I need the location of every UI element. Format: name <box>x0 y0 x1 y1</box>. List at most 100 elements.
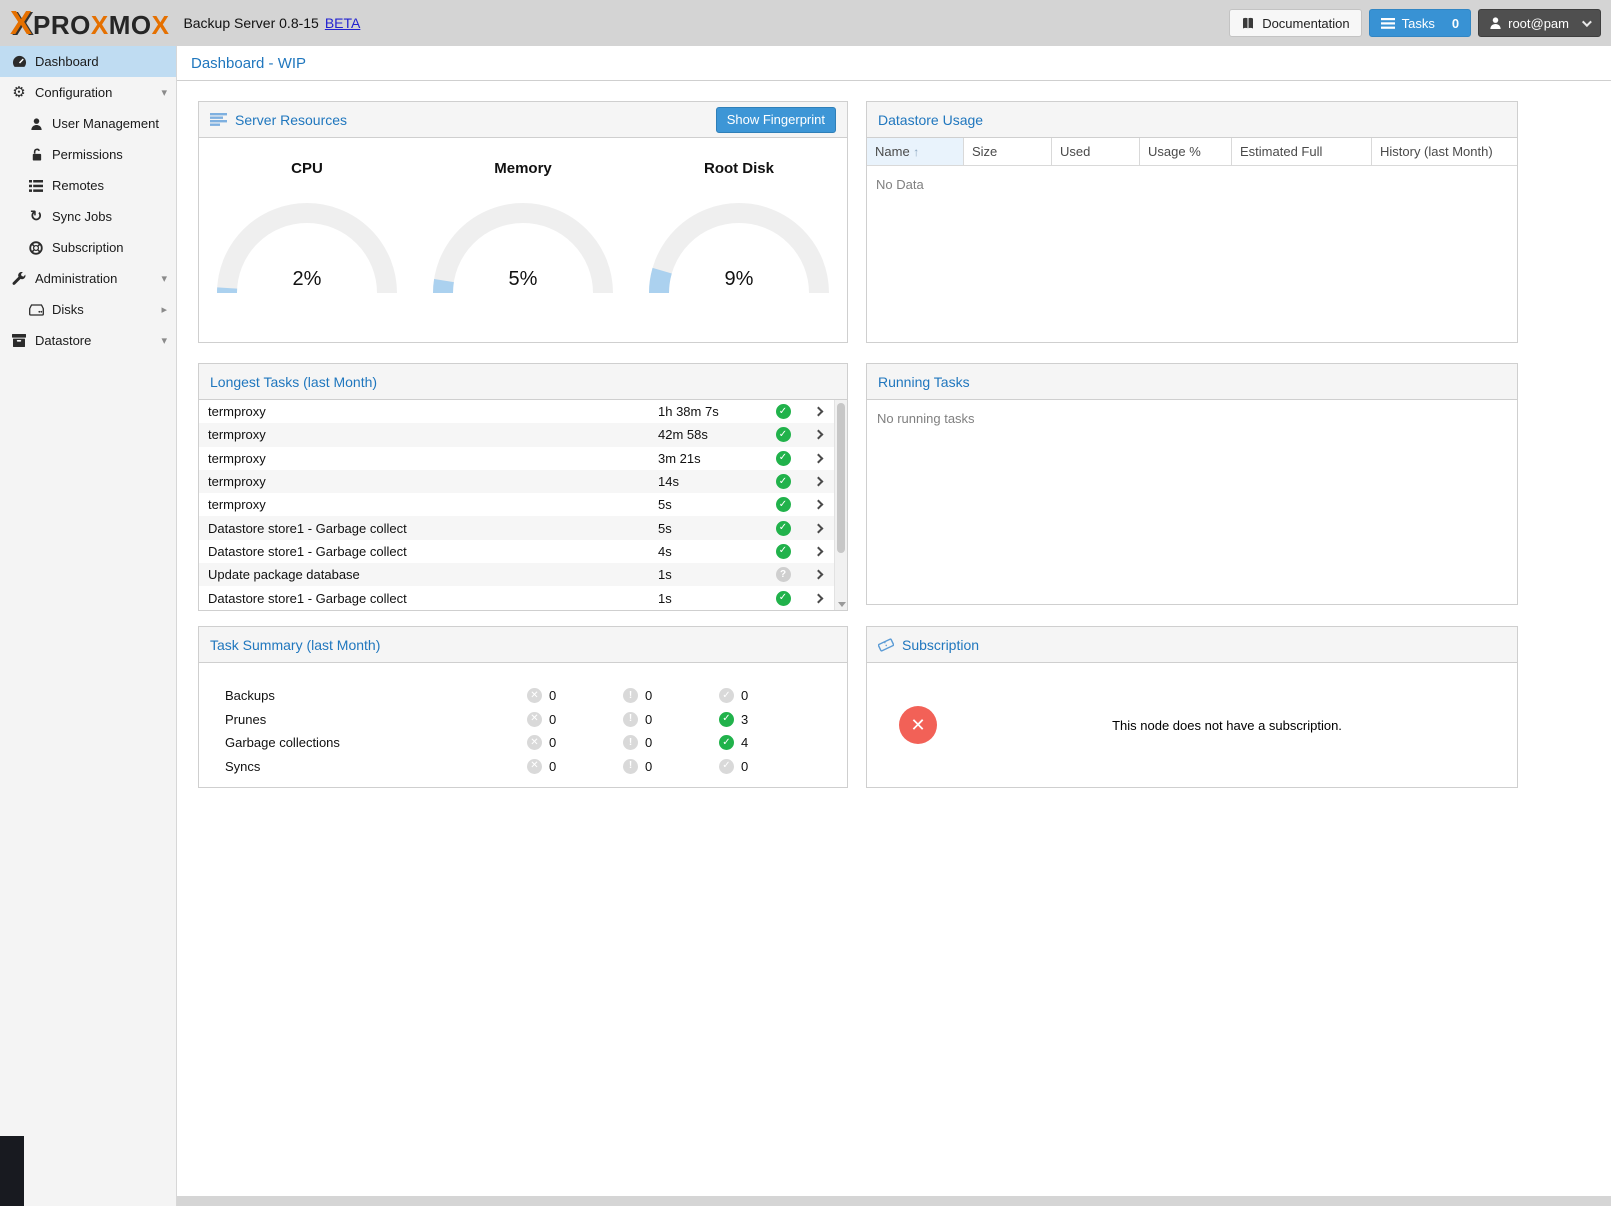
open-task-button[interactable] <box>802 501 834 508</box>
ok-count-icon: ✓ <box>719 735 734 750</box>
column-header-history-last-month[interactable]: History (last Month) <box>1372 138 1517 165</box>
sidebar-item-administration[interactable]: Administration ▾ <box>0 263 176 294</box>
ticket-icon <box>878 638 894 652</box>
chevron-right-icon <box>813 593 823 603</box>
task-duration: 42m 58s <box>658 427 764 442</box>
status-ok-icon: ✓ <box>776 451 791 466</box>
right-column: Datastore Usage Name ↑SizeUsedUsage %Est… <box>866 101 1518 788</box>
open-task-button[interactable] <box>802 408 834 415</box>
column-header-name[interactable]: Name ↑ <box>867 138 964 165</box>
sidebar-item-configuration[interactable]: ⚙Configuration▾ <box>0 77 176 108</box>
chevron-down-icon <box>1582 17 1592 27</box>
caret-right-icon[interactable]: ▸ <box>161 303 167 316</box>
task-row[interactable]: termproxy1h 38m 7s✓ <box>199 400 834 423</box>
sidebar-item-remotes[interactable]: Remotes <box>0 170 176 201</box>
column-header-used[interactable]: Used <box>1052 138 1140 165</box>
task-row[interactable]: termproxy14s✓ <box>199 470 834 493</box>
open-task-button[interactable] <box>802 455 834 462</box>
caret-down-icon[interactable]: ▾ <box>161 272 167 285</box>
bottom-bar <box>177 1196 1611 1206</box>
task-row[interactable]: Datastore store1 - Garbage collect4s✓ <box>199 540 834 563</box>
show-fingerprint-button[interactable]: Show Fingerprint <box>716 107 836 133</box>
documentation-button[interactable]: Documentation <box>1229 9 1361 37</box>
status-unknown-icon: ? <box>776 567 791 582</box>
sidebar-item-user-management[interactable]: User Management <box>0 108 176 139</box>
task-summary-rows: Backups✕0!0✓0Prunes✕0!0✓3Garbage collect… <box>199 663 847 778</box>
sidebar-item-datastore[interactable]: Datastore▾ <box>0 325 176 356</box>
user-avatar-icon <box>1490 17 1501 29</box>
topbar-actions: Documentation Tasks 0 root@pam <box>1229 9 1601 37</box>
sidebar-item-label: Subscription <box>52 240 124 255</box>
caret-down-icon[interactable]: ▾ <box>161 86 167 99</box>
sidebar-item-label: Permissions <box>52 147 123 162</box>
sidebar-item-label: Administration <box>35 271 117 286</box>
scrollbar[interactable] <box>834 400 847 610</box>
open-task-button[interactable] <box>802 571 834 578</box>
scroll-down-arrow-icon[interactable] <box>838 602 846 607</box>
page-title: Dashboard - WIP <box>191 55 306 72</box>
task-row[interactable]: Datastore store1 - Garbage collect5s✓ <box>199 516 834 539</box>
caret-down-icon[interactable]: ▾ <box>161 334 167 347</box>
task-row[interactable]: termproxy42m 58s✓ <box>199 423 834 446</box>
gauge-root-disk: Root Disk9% <box>631 138 847 342</box>
frame: Dashboard⚙Configuration▾User ManagementP… <box>0 46 1611 1206</box>
status-ok-icon: ✓ <box>776 497 791 512</box>
task-summary-panel: Task Summary (last Month) Backups✕0!0✓0P… <box>198 626 848 788</box>
sidebar-item-sync-jobs[interactable]: ↻Sync Jobs <box>0 201 176 232</box>
sidebar-item-permissions[interactable]: Permissions <box>0 139 176 170</box>
tasks-button[interactable]: Tasks 0 <box>1369 9 1471 37</box>
subscription-title: Subscription <box>902 637 979 653</box>
gauge-label: Memory <box>494 160 552 177</box>
sidebar-item-label: Remotes <box>52 178 104 193</box>
column-header-usage[interactable]: Usage % <box>1140 138 1232 165</box>
open-task-button[interactable] <box>802 548 834 555</box>
proxmox-backup-server-app: X PROXMOX Backup Server 0.8-15 BETA Docu… <box>0 0 1611 1206</box>
task-row[interactable]: termproxy3m 21s✓ <box>199 447 834 470</box>
open-task-button[interactable] <box>802 478 834 485</box>
open-task-button[interactable] <box>802 525 834 532</box>
chevron-right-icon <box>813 430 823 440</box>
gauges-row: CPU2%Memory5%Root Disk9% <box>199 138 847 342</box>
sidebar-item-label: Disks <box>52 302 84 317</box>
summary-row-prunes[interactable]: Prunes✕0!0✓3 <box>199 708 847 732</box>
open-task-button[interactable] <box>802 595 834 602</box>
ok-count-icon: ✓ <box>719 688 734 703</box>
task-duration: 5s <box>658 521 764 536</box>
summary-row-syncs[interactable]: Syncs✕0!0✓0 <box>199 755 847 779</box>
task-row[interactable]: Update package database1s? <box>199 563 834 586</box>
summary-row-backups[interactable]: Backups✕0!0✓0 <box>199 684 847 708</box>
summary-count: 0 <box>645 735 652 750</box>
task-duration: 1s <box>658 591 764 606</box>
task-duration: 5s <box>658 497 764 512</box>
summary-count: 0 <box>645 712 652 727</box>
no-subscription-icon: ✕ <box>899 706 937 744</box>
summary-row-garbage-collections[interactable]: Garbage collections✕0!0✓4 <box>199 731 847 755</box>
sidebar-item-dashboard[interactable]: Dashboard <box>0 46 176 77</box>
user-menu-button[interactable]: root@pam <box>1478 9 1601 37</box>
task-duration: 14s <box>658 474 764 489</box>
server-resources-header: Server Resources Show Fingerprint <box>199 102 847 138</box>
error-count-icon: ✕ <box>527 735 542 750</box>
task-row[interactable]: termproxy5s✓ <box>199 493 834 516</box>
task-row[interactable]: Datastore store1 - Garbage collect1s✓ <box>199 586 834 609</box>
summary-count: 4 <box>741 735 748 750</box>
scrollbar-thumb[interactable] <box>837 403 845 553</box>
summary-count: 0 <box>549 759 556 774</box>
column-header-estimated-full[interactable]: Estimated Full <box>1232 138 1372 165</box>
chevron-right-icon <box>813 407 823 417</box>
sidebar-item-disks[interactable]: Disks ▸ <box>0 294 176 325</box>
task-name: Datastore store1 - Garbage collect <box>208 591 658 606</box>
sidebar-item-label: Configuration <box>35 85 112 100</box>
beta-link[interactable]: BETA <box>325 15 361 31</box>
sidebar: Dashboard⚙Configuration▾User ManagementP… <box>0 46 177 1206</box>
gauge-label: CPU <box>291 160 323 177</box>
server-resources-panel: Server Resources Show Fingerprint CPU2%M… <box>198 101 848 343</box>
tasks-count-badge: 0 <box>1452 16 1459 31</box>
error-count-icon: ✕ <box>527 688 542 703</box>
proxmox-logo: X PROXMOX <box>10 4 169 42</box>
sidebar-item-subscription[interactable]: Subscription <box>0 232 176 263</box>
running-tasks-title: Running Tasks <box>878 374 970 390</box>
column-header-size[interactable]: Size <box>964 138 1052 165</box>
open-task-button[interactable] <box>802 431 834 438</box>
sidebar-item-label: User Management <box>52 116 159 131</box>
